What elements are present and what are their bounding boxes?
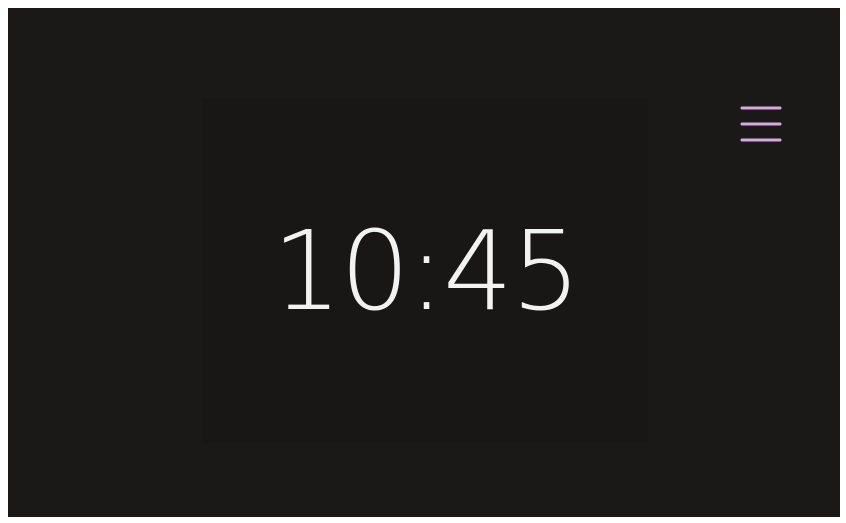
clock-panel: 10:45: [203, 98, 648, 443]
clock-time: 10:45: [271, 206, 581, 335]
menu-button[interactable]: [738, 102, 784, 146]
hamburger-menu-icon: [740, 106, 782, 142]
device-screen: 10:45: [8, 8, 840, 517]
